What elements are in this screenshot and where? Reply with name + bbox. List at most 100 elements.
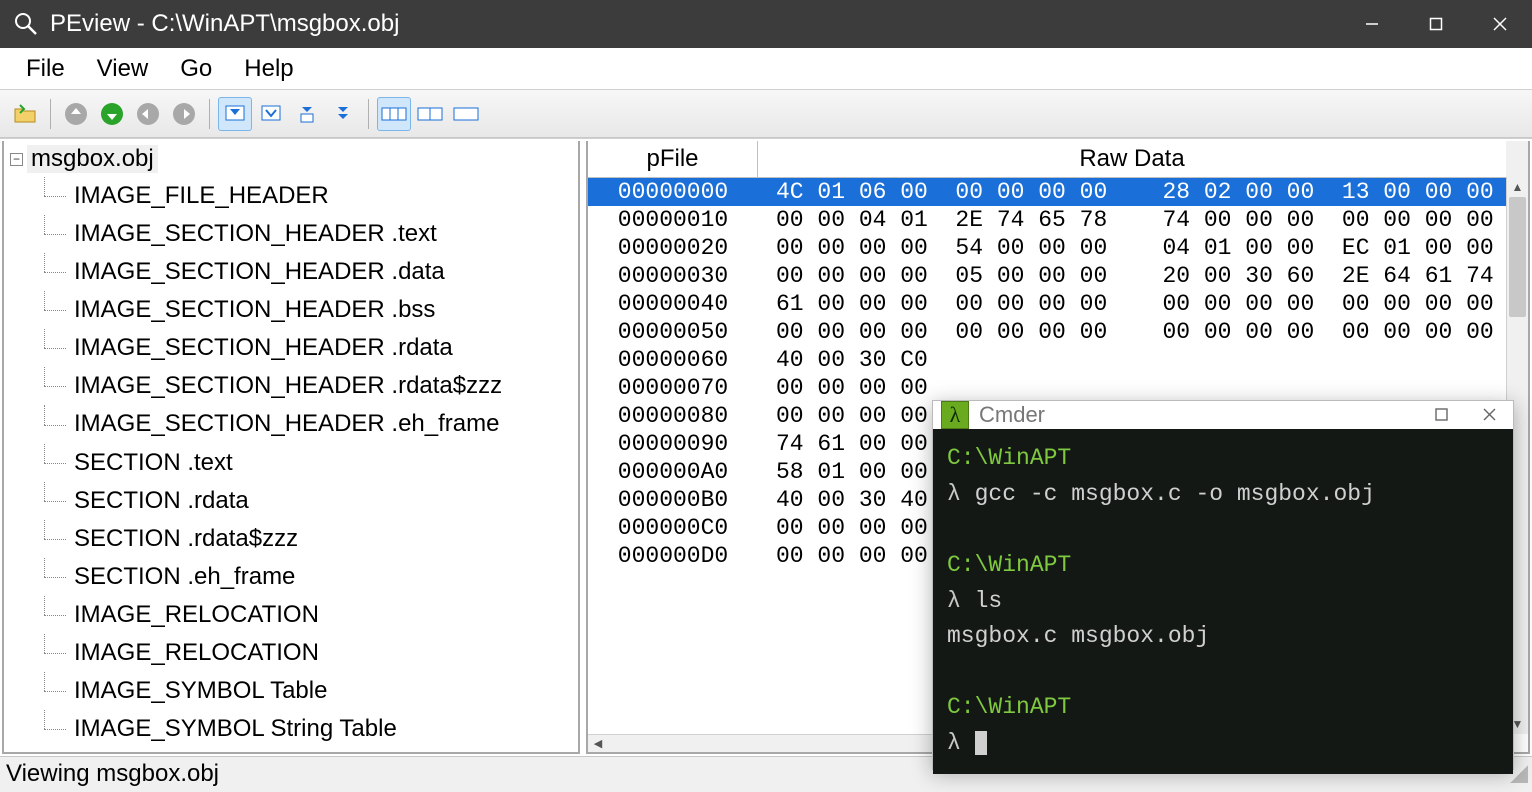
app-icon [12,10,40,38]
hex-row[interactable]: 0000006040 00 30 C0 [588,346,1528,374]
close-button[interactable] [1468,0,1532,48]
layout-1-icon[interactable] [377,97,411,131]
hex-bytes: 00 00 00 00 05 00 00 00 20 00 30 60 2E 6… [758,263,1528,289]
scroll-up-icon[interactable]: ▲ [1512,177,1524,197]
column-rawdata[interactable]: Raw Data [758,141,1506,177]
tree-item[interactable]: IMAGE_SECTION_HEADER .data [44,253,578,291]
cmder-terminal[interactable]: C:\WinAPTλ gcc -c msgbox.c -o msgbox.obj… [933,429,1513,774]
hex-address: 00000010 [588,207,758,233]
hex-bytes: 40 00 30 C0 [758,347,1528,373]
terminal-line: C:\WinAPT [947,441,1499,477]
tree-item[interactable]: IMAGE_RELOCATION [44,634,578,672]
tree-item[interactable]: IMAGE_SECTION_HEADER .rdata [44,329,578,367]
menu-file[interactable]: File [10,51,81,87]
nav-forward-icon[interactable] [167,97,201,131]
window-title: PEview - C:\WinAPT\msgbox.obj [50,10,1340,38]
cursor-icon [975,731,987,755]
hex-row[interactable]: 0000002000 00 00 00 54 00 00 00 04 01 00… [588,234,1528,262]
hex-row[interactable]: 000000004C 01 06 00 00 00 00 00 28 02 00… [588,178,1528,206]
column-pfile[interactable]: pFile [588,141,758,177]
cmder-close-button[interactable] [1465,405,1513,426]
view-4-icon[interactable] [326,97,360,131]
hex-address: 00000060 [588,347,758,373]
tree-root[interactable]: − msgbox.obj [4,141,578,177]
hex-bytes: 00 00 04 01 2E 74 65 78 74 00 00 00 00 0… [758,207,1528,233]
hex-address: 000000C0 [588,515,758,541]
tree-item[interactable]: SECTION .rdata$zzz [44,520,578,558]
tree-panel[interactable]: − msgbox.obj IMAGE_FILE_HEADERIMAGE_SECT… [2,141,580,754]
tree-item[interactable]: IMAGE_SECTION_HEADER .text [44,215,578,253]
maximize-button[interactable] [1404,0,1468,48]
tree-item[interactable]: IMAGE_SECTION_HEADER .eh_frame [44,405,578,443]
hex-address: 00000040 [588,291,758,317]
tree-item[interactable]: SECTION .eh_frame [44,558,578,596]
hex-bytes: 61 00 00 00 00 00 00 00 00 00 00 00 00 0… [758,291,1528,317]
cmder-lambda-icon: λ [941,401,969,429]
hex-row[interactable]: 0000004061 00 00 00 00 00 00 00 00 00 00… [588,290,1528,318]
hex-address: 00000090 [588,431,758,457]
view-3-icon[interactable] [290,97,324,131]
hex-header: pFile Raw Data [588,141,1528,178]
tree-item[interactable]: SECTION .rdata [44,482,578,520]
hex-address: 00000030 [588,263,758,289]
tree-item[interactable]: IMAGE_FILE_HEADER [44,177,578,215]
terminal-line: λ [947,726,1499,762]
hex-address: 000000D0 [588,543,758,569]
hex-bytes: 00 00 00 00 54 00 00 00 04 01 00 00 EC 0… [758,235,1528,261]
hex-address: 000000A0 [588,459,758,485]
menu-go[interactable]: Go [164,51,228,87]
terminal-line [947,655,1499,691]
hex-row[interactable]: 0000007000 00 00 00 [588,374,1528,402]
toolbar-separator [209,99,210,129]
tree-item[interactable]: IMAGE_SECTION_HEADER .bss [44,291,578,329]
toolbar-separator [368,99,369,129]
tree-item[interactable]: IMAGE_RELOCATION [44,596,578,634]
nav-down-icon[interactable] [95,97,129,131]
terminal-line: λ ls [947,584,1499,620]
scroll-thumb[interactable] [1509,197,1526,317]
hex-row[interactable]: 0000005000 00 00 00 00 00 00 00 00 00 00… [588,318,1528,346]
hex-row[interactable]: 0000001000 00 04 01 2E 74 65 78 74 00 00… [588,206,1528,234]
hex-address: 00000080 [588,403,758,429]
tree-root-label: msgbox.obj [27,145,158,173]
hex-row[interactable]: 0000003000 00 00 00 05 00 00 00 20 00 30… [588,262,1528,290]
terminal-line [947,512,1499,548]
hex-header-scroll-gap [1506,141,1528,177]
hex-address: 00000000 [588,179,758,205]
toolbar-separator [50,99,51,129]
hex-address: 00000020 [588,235,758,261]
status-text: Viewing msgbox.obj [6,760,219,788]
hex-address: 00000050 [588,319,758,345]
menu-help[interactable]: Help [228,51,309,87]
tree-item[interactable]: IMAGE_SECTION_HEADER .rdata$zzz [44,367,578,405]
layout-2-icon[interactable] [413,97,447,131]
view-1-icon[interactable] [218,97,252,131]
minimize-button[interactable] [1340,0,1404,48]
tree-item[interactable]: IMAGE_SYMBOL String Table [44,710,578,748]
hex-address: 000000B0 [588,487,758,513]
nav-up-icon[interactable] [59,97,93,131]
cmder-window[interactable]: λ Cmder C:\WinAPTλ gcc -c msgbox.c -o ms… [932,400,1514,770]
menu-view[interactable]: View [81,51,165,87]
toolbar [0,90,1532,138]
cmder-maximize-button[interactable] [1417,405,1465,426]
layout-3-icon[interactable] [449,97,483,131]
terminal-line: λ gcc -c msgbox.c -o msgbox.obj [947,477,1499,513]
cmder-title: Cmder [979,402,1417,428]
nav-back-icon[interactable] [131,97,165,131]
terminal-line: msgbox.c msgbox.obj [947,619,1499,655]
titlebar: PEview - C:\WinAPT\msgbox.obj [0,0,1532,48]
scroll-left-icon[interactable]: ◀ [588,737,608,750]
view-2-icon[interactable] [254,97,288,131]
menubar: File View Go Help [0,48,1532,90]
tree-collapse-icon[interactable]: − [10,153,23,166]
tree-item[interactable]: IMAGE_SYMBOL Table [44,672,578,710]
open-folder-icon[interactable] [8,97,42,131]
hex-bytes: 00 00 00 00 [758,375,1528,401]
hex-address: 00000070 [588,375,758,401]
cmder-titlebar[interactable]: λ Cmder [933,401,1513,429]
terminal-line: C:\WinAPT [947,548,1499,584]
terminal-line: C:\WinAPT [947,690,1499,726]
hex-bytes: 00 00 00 00 00 00 00 00 00 00 00 00 00 0… [758,319,1528,345]
tree-item[interactable]: SECTION .text [44,444,578,482]
